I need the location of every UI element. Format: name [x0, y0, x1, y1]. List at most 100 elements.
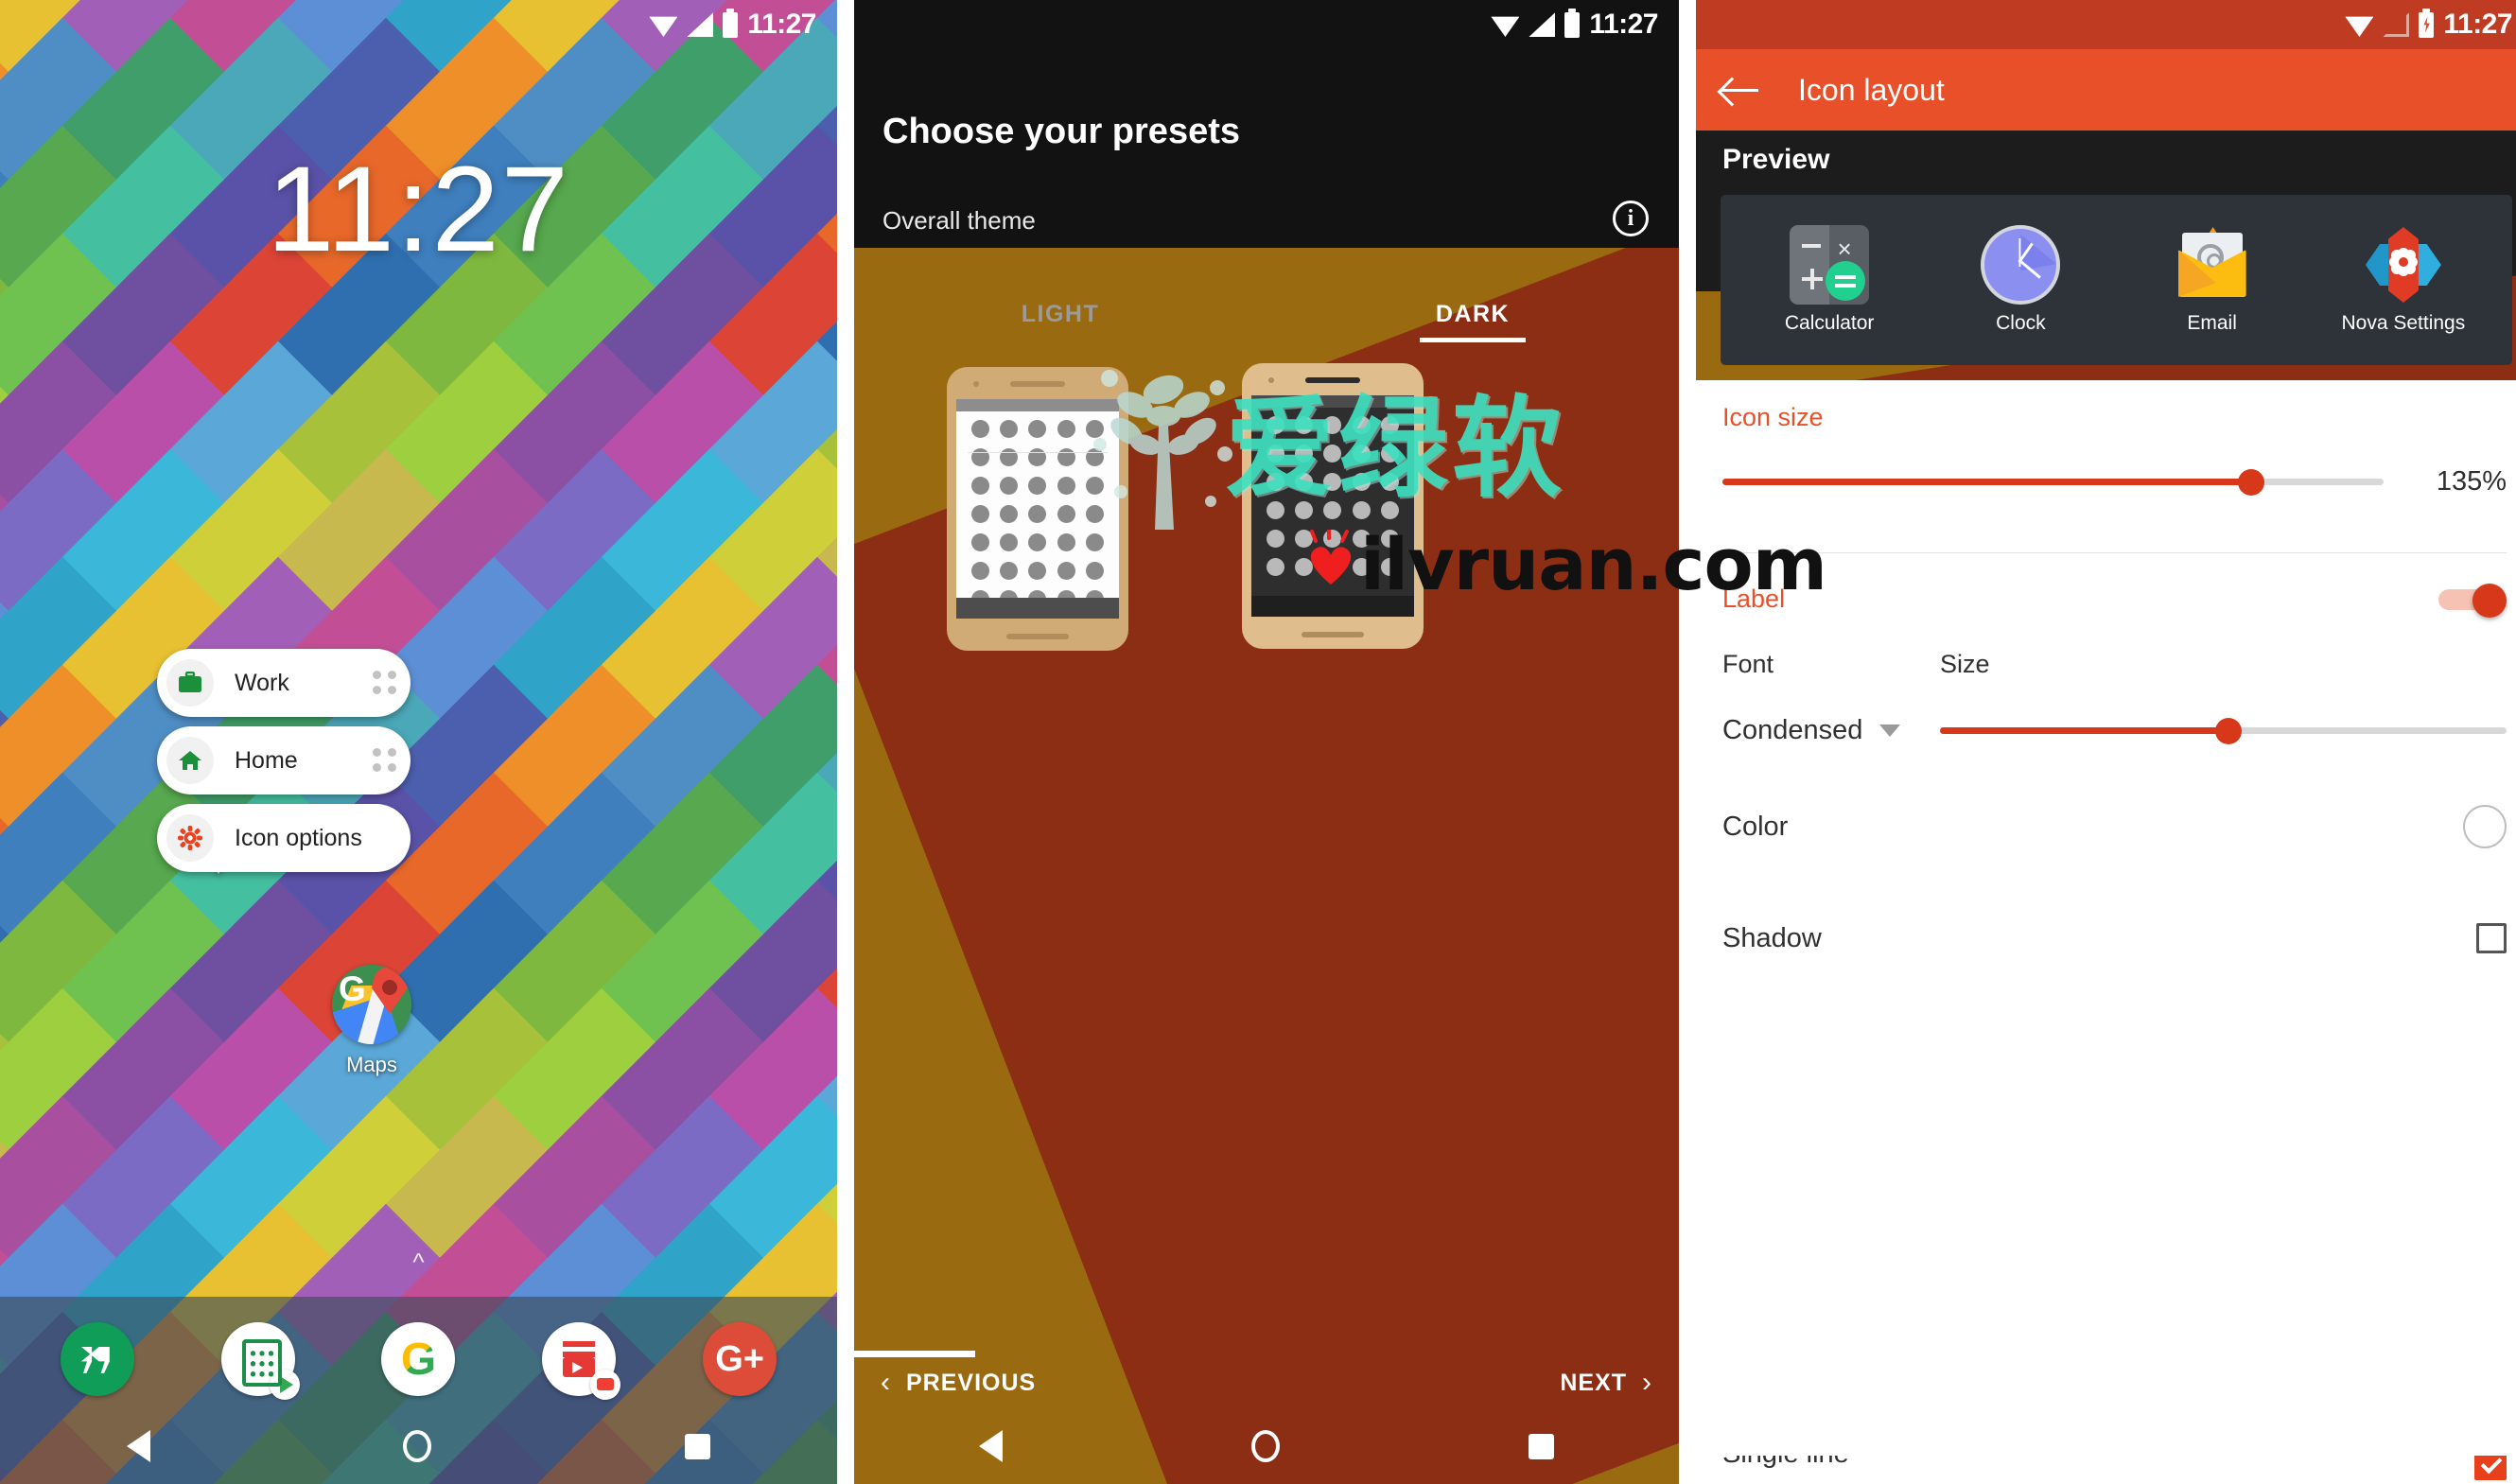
nova-settings-icon	[2364, 225, 2443, 305]
popup-item-home[interactable]: Home	[157, 726, 411, 794]
panel-icon-layout: 11:27 Icon layout Preview × Calculator C…	[1696, 0, 2516, 1484]
previous-button[interactable]: ‹ PREVIOUS	[881, 1369, 1036, 1397]
dock-icon-calculator[interactable]	[220, 1322, 300, 1400]
single-line-checkbox[interactable]	[2474, 1456, 2507, 1480]
preview-app-nova-settings[interactable]: Nova Settings	[2333, 225, 2474, 335]
signal-icon	[1529, 12, 1556, 37]
popup-item-work[interactable]: Work	[157, 649, 411, 717]
dock	[0, 1297, 837, 1484]
google-maps-icon: G	[332, 965, 411, 1044]
wifi-icon	[2345, 12, 2373, 37]
panel-divider	[837, 0, 854, 1484]
recents-icon[interactable]	[1529, 1433, 1555, 1459]
font-heading: Font	[1722, 650, 1774, 678]
dock-icon-youtube-music[interactable]	[542, 1322, 621, 1400]
home-icon[interactable]	[1250, 1430, 1280, 1462]
preview-app-label: Nova Settings	[2341, 312, 2466, 334]
popup-item-label: Work	[235, 669, 289, 696]
popup-item-icon-options[interactable]: Icon options	[157, 804, 411, 872]
tab-light[interactable]: LIGHT	[854, 301, 1267, 342]
drag-handle-icon[interactable]	[373, 748, 397, 773]
shadow-checkbox[interactable]	[2476, 923, 2507, 953]
dock-icon-hangouts[interactable]	[60, 1322, 134, 1396]
battery-charging-icon	[2419, 8, 2435, 38]
drag-handle-icon[interactable]	[373, 671, 397, 695]
previous-label: PREVIOUS	[906, 1369, 1037, 1396]
system-nav-bar-home	[0, 1408, 837, 1484]
preview-section: Preview × Calculator Clock Email Nova Se…	[1696, 131, 2516, 380]
label-title: Label	[1722, 584, 1786, 613]
icon-size-label: Icon size	[1722, 403, 1824, 431]
email-icon	[2173, 225, 2252, 305]
preview-phone-dark[interactable]	[1242, 363, 1424, 649]
back-icon[interactable]	[978, 1430, 1003, 1462]
single-line-label: Single line	[1722, 1456, 1849, 1470]
section-subtitle: Overall theme	[882, 206, 1036, 235]
color-label: Color	[1722, 811, 1789, 842]
next-button[interactable]: NEXT ›	[1560, 1369, 1652, 1397]
gear-icon	[166, 814, 214, 862]
preview-app-calculator[interactable]: × Calculator	[1758, 225, 1900, 335]
app-icon-maps[interactable]: G Maps	[282, 965, 462, 1077]
home-icon[interactable]	[403, 1430, 432, 1462]
popup-item-label: Icon options	[235, 824, 362, 851]
settings-list: Icon size 135% Label Font Size Condensed…	[1696, 380, 2516, 1484]
battery-icon	[1564, 8, 1581, 38]
play-store-badge-icon	[269, 1370, 300, 1400]
preview-heading: Preview	[1722, 144, 1830, 175]
wifi-icon	[1491, 12, 1519, 37]
app-label-maps: Maps	[346, 1053, 397, 1076]
color-swatch-circle[interactable]	[2463, 805, 2507, 848]
icon-size-value: 135%	[2436, 466, 2507, 497]
setting-color[interactable]: Color	[1722, 771, 2507, 882]
page-indicator-arrow[interactable]: ^	[412, 1249, 424, 1274]
clock-widget[interactable]: 11:27	[267, 142, 570, 277]
youtube-badge-icon	[590, 1370, 621, 1400]
chevron-right-icon: ›	[1642, 1367, 1652, 1398]
page-title: Choose your presets	[882, 112, 1240, 151]
status-bar-time: 11:27	[2443, 9, 2512, 40]
font-size-slider[interactable]	[1940, 717, 2507, 744]
status-bar-home: 11:27	[0, 0, 837, 49]
clock-icon	[1981, 225, 2061, 305]
shortcut-popup-menu: Work Home Icon options	[157, 649, 411, 882]
setting-label[interactable]: Label	[1722, 553, 2507, 644]
setting-shadow[interactable]: Shadow	[1722, 882, 2507, 994]
label-toggle[interactable]	[2438, 584, 2507, 618]
preview-app-label: Clock	[1996, 312, 2046, 334]
dock-icon-google[interactable]	[381, 1322, 456, 1396]
setting-font-size: Font Size Condensed	[1722, 650, 2507, 746]
status-bar-time: 11:27	[747, 9, 816, 40]
briefcase-icon	[166, 659, 214, 707]
back-arrow-icon[interactable]	[1721, 75, 1760, 105]
chevron-down-icon	[1879, 725, 1901, 737]
status-bar-presets: 11:27	[854, 0, 1679, 49]
icon-size-slider[interactable]	[1722, 468, 2384, 496]
info-icon[interactable]: i	[1613, 201, 1649, 236]
setting-icon-size: Icon size 135%	[1722, 380, 2507, 553]
dock-icon-google-plus[interactable]	[703, 1322, 778, 1396]
preview-app-clock[interactable]: Clock	[1949, 225, 2091, 335]
preview-app-label: Calculator	[1784, 312, 1875, 334]
tab-dark[interactable]: DARK	[1267, 301, 1679, 342]
tab-label: LIGHT	[1021, 301, 1100, 327]
wizard-progress-bar	[854, 1351, 975, 1357]
tab-label: DARK	[1435, 301, 1511, 327]
font-dropdown[interactable]: Condensed	[1722, 715, 1940, 746]
recents-icon[interactable]	[685, 1433, 711, 1459]
preview-app-label: Email	[2187, 312, 2237, 334]
calculator-icon: ×	[1790, 225, 1870, 305]
shadow-label: Shadow	[1722, 922, 1822, 953]
setting-single-line[interactable]: Single line	[1722, 1456, 2507, 1484]
wizard-nav: ‹ PREVIOUS NEXT ›	[854, 1357, 1679, 1408]
theme-tabs: LIGHT DARK	[854, 301, 1679, 342]
preview-app-email[interactable]: Email	[2141, 225, 2283, 335]
screenshot-stage: 11:27 11:27 Work Home Icon options G Map…	[0, 0, 2516, 1484]
signal-icon	[2383, 12, 2410, 37]
battery-icon	[723, 8, 739, 38]
signal-icon	[687, 12, 714, 37]
preview-phone-light[interactable]	[947, 367, 1128, 651]
app-bar: Icon layout	[1696, 49, 2516, 131]
back-icon[interactable]	[126, 1430, 150, 1462]
preview-card: × Calculator Clock Email Nova Settings	[1721, 195, 2512, 365]
